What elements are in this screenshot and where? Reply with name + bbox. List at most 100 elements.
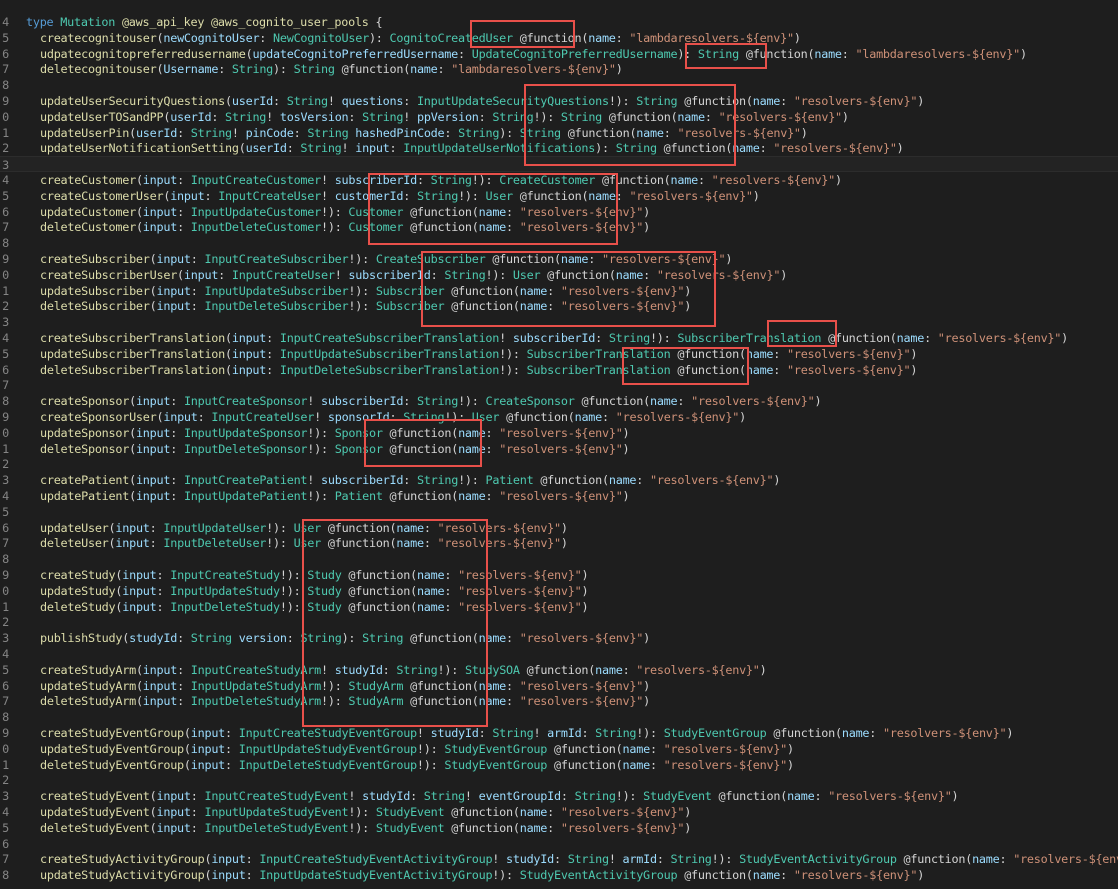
line-number: 6 [2,362,9,377]
code-line[interactable]: 4 createCustomer(input: InputCreateCustom… [0,172,1118,188]
code-line[interactable]: 2 [0,456,1118,472]
code-line[interactable]: 6 updateUser(input: InputUpdateUser!): Us… [0,520,1118,536]
code-line[interactable]: 8 [0,77,1118,93]
code-line[interactable]: 5 createStudyArm(input: InputCreateStudyA… [0,662,1118,678]
token-plain: ! [307,473,321,488]
code-line[interactable]: 5 deleteStudyEvent(input: InputDeleteStud… [0,820,1118,836]
code-line[interactable]: 7 deleteUser(input: InputDeleteUser!): Us… [0,535,1118,551]
code-line[interactable]: 7 createStudyActivityGroup(input: InputCr… [0,851,1118,867]
token-str: "resolvers-${env}" [519,631,644,646]
token-plain: : [773,346,787,361]
token-type: String [444,267,486,282]
code-line[interactable]: 1 deleteStudyEventGroup(input: InputDelet… [0,757,1118,773]
token-plain: : [704,109,719,124]
token-plain: ) [841,109,849,124]
code-line[interactable]: 7 [0,377,1118,393]
code-line[interactable]: 0 updateStudyEventGroup(input: InputUpdat… [0,741,1118,757]
code-line[interactable]: 5 createCustomerUser(input: InputCreateUs… [0,188,1118,204]
token-param: name [841,726,870,740]
code-line[interactable]: 8 createSponsor(input: InputCreateSponsor… [0,393,1118,409]
token-param: userId [170,109,212,124]
code-line[interactable]: 0 updateUserTOSandPP(userId: String! tosV… [0,109,1118,125]
token-plain: ( [410,568,417,582]
code-line[interactable]: 3 publishStudy (studyId: String version: S… [0,630,1118,646]
code-line[interactable]: 3 createPatient(input: InputCreatePatient… [0,472,1118,488]
token-plain: : [177,125,191,140]
token-plain: : [485,425,500,440]
code-line[interactable]: 7 deleteStudyArm(input: InputDeleteStudyA… [0,693,1118,709]
token-type: StudyEventActivityGroup [519,868,685,883]
code-line[interactable]: 0 updateStudy (input: InputUpdateStudy!): … [0,583,1118,599]
code-line[interactable]: 3 [0,314,1118,330]
token-param: input [211,868,246,883]
token-str: "resolvers-${env}" [458,583,582,598]
code-line[interactable]: 6 udpatecognitopreferredusername(updateCo… [0,46,1118,62]
code-line[interactable]: 6 updateCustomer(input: InputUpdateCustom… [0,204,1118,220]
code-line[interactable]: 6 [0,836,1118,852]
code-line[interactable]: 3 [0,156,1118,173]
token-type: InputCreateUser [211,410,315,424]
code-line[interactable]: 8 [0,551,1118,567]
token-param: name [972,852,1000,867]
code-line[interactable]: 2 [0,772,1118,788]
code-line[interactable]: 0 updateSponsor(input: InputUpdateSponsor… [0,425,1118,441]
code-line[interactable]: 9 createStudy (input: InputCreateStudy!): … [0,567,1118,583]
token-plain: ): [677,46,698,61]
code-line[interactable]: 5 createcognitouser(newCognitoUser: NewCo… [0,30,1118,46]
code-line[interactable]: 4 updatePatient(input: InputUpdatePatient… [0,488,1118,504]
code-line[interactable]: 6 deleteSubscriberTranslation(input: Inpu… [0,362,1118,378]
token-fn: createcognitouser [40,30,157,45]
code-line[interactable]: 9 createSubscriber(input: InputCreateSubs… [0,251,1118,267]
token-param: hashedPinCode [355,125,445,140]
code-editor[interactable]: 4 type Mutation @aws_api_key @aws_cognito… [0,0,1118,889]
line-number: 7 [2,852,9,867]
code-line[interactable]: 9 createStudyEventGroup(input: InputCreat… [0,725,1118,741]
token-type: InputDeleteStudy [170,599,280,614]
code-line[interactable]: 5 updateSubscriberTranslation(input: Inpu… [0,346,1118,362]
token-plain: ( [663,173,671,187]
code-line[interactable]: 0 createSubscriberUser(input: InputCreate… [0,267,1118,283]
code-line[interactable]: 9 createSponsorUser (input: InputCreateUse… [0,409,1118,425]
token-param: input [135,394,171,409]
line-number: 7 [2,694,9,709]
code-line[interactable]: 8 updateStudyActivityGroup (input: InputUp… [0,867,1118,883]
token-plain: ! [314,410,328,424]
token-param: input [163,410,198,424]
code-line[interactable]: 1 deleteSponsor(input: InputDeleteSponsor… [0,441,1118,457]
code-line[interactable]: 8 [0,235,1118,251]
line-number: 4 [2,489,9,503]
code-line[interactable]: 5 [0,504,1118,520]
code-line[interactable]: 2 deleteSubscriber(input: InputDeleteSubs… [0,298,1118,314]
code-line[interactable]: 4 [0,646,1118,662]
code-line[interactable]: 4 type Mutation @aws_api_key @aws_cognito… [0,14,1118,30]
token-dec: @function [389,441,452,456]
token-type: StudyEvent [643,789,719,804]
code-line[interactable]: 1 deleteStudy (input: InputDeleteStudy!): … [0,599,1118,615]
token-param: input [142,662,178,677]
code-line[interactable]: 4 createSubscriberTranslation(input: Inpu… [0,330,1118,346]
token-type: String [293,62,342,77]
code-line[interactable]: 7 deleteCustomer(input: InputDeleteCustom… [0,219,1118,235]
line-number: 8 [2,78,9,93]
code-line[interactable]: 3 createStudyEvent(input: InputCreateStud… [0,788,1118,804]
token-dec: @function [519,188,582,203]
token-type: String [300,631,342,646]
token-plain: ) [684,805,692,819]
token-str: "resolvers-${env}" [711,173,836,187]
token-type: SubscriberTranslation [677,331,829,345]
code-line[interactable]: 6 updateStudyArm(input: InputUpdateStudyA… [0,678,1118,694]
token-param: name [752,868,781,883]
token-fn: updateStudyEvent [40,805,150,819]
code-line[interactable]: 4 updateStudyEvent(input: InputUpdateStud… [0,804,1118,820]
code-line[interactable]: 2 [0,614,1118,630]
token-type: InputDeleteUser [163,536,267,551]
line-number: 8 [2,868,9,883]
token-plain: : [286,631,301,646]
code-line[interactable]: 7 deletecognitouser(Username: String): St… [0,61,1118,77]
code-text: deleteStudyArm(input: InputDeleteStudyAr… [40,693,650,709]
code-line[interactable]: 1 updateSubscriber(input: InputUpdateSubs… [0,283,1118,299]
code-line[interactable]: 1 updateUserPin(userId: String! pinCode: … [0,125,1118,141]
code-line[interactable]: 2 updateUserNotificationSetting(userId: S… [0,140,1118,156]
code-line[interactable]: 9 updateUserSecurityQuestions(userId: Str… [0,93,1118,109]
code-line[interactable]: 8 [0,709,1118,725]
